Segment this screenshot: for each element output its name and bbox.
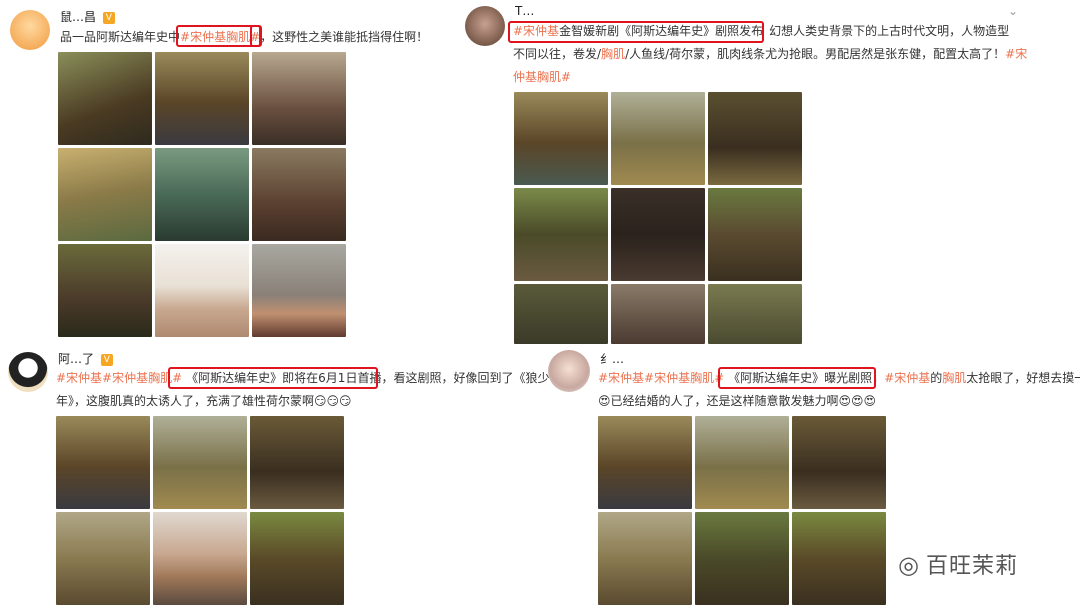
photo[interactable] bbox=[514, 188, 608, 281]
photo[interactable] bbox=[611, 188, 705, 281]
username-text[interactable]: 阿…了 bbox=[58, 352, 94, 366]
photo[interactable] bbox=[252, 52, 346, 145]
photo[interactable] bbox=[58, 52, 152, 145]
post-text: 品一品阿斯达编年史中#宋仲基胸肌#，这野性之美谁能抵挡得住啊！ bbox=[60, 26, 480, 49]
hashtag[interactable]: #宋仲基#宋仲基胸肌# bbox=[56, 371, 182, 385]
user-avatar[interactable] bbox=[465, 6, 505, 46]
hashtag[interactable]: 胸肌 bbox=[601, 47, 625, 61]
hashtag[interactable]: 仲基胸肌# bbox=[513, 70, 571, 84]
photo[interactable] bbox=[56, 512, 150, 605]
photo-grid bbox=[56, 416, 344, 605]
username-text[interactable]: 鼠…昌 bbox=[60, 10, 96, 24]
verified-badge-icon: V bbox=[102, 11, 115, 24]
photo[interactable] bbox=[250, 416, 344, 509]
wechat-icon: ◎ bbox=[898, 551, 920, 579]
photo[interactable] bbox=[514, 92, 608, 185]
photo[interactable] bbox=[611, 284, 705, 344]
photo[interactable] bbox=[695, 416, 789, 509]
photo[interactable] bbox=[155, 148, 249, 241]
chevron-down-icon[interactable]: ⌄ bbox=[1008, 4, 1018, 18]
highlight-box bbox=[508, 21, 764, 43]
text-segment: 品一品阿斯达编年史中 bbox=[60, 30, 181, 44]
watermark-text: 百旺茉莉 bbox=[925, 554, 1018, 579]
photo[interactable] bbox=[611, 92, 705, 185]
hashtag[interactable]: #宋 bbox=[1005, 47, 1027, 61]
emoji: 😏😏😏 bbox=[314, 394, 352, 408]
watermark: ◎ 百旺茉莉 bbox=[898, 548, 1018, 580]
emoji: 😍 bbox=[598, 394, 611, 408]
user-avatar[interactable] bbox=[10, 10, 50, 50]
photo[interactable] bbox=[695, 512, 789, 605]
photo-grid bbox=[58, 52, 346, 337]
photo[interactable] bbox=[514, 284, 608, 344]
highlight-box bbox=[176, 25, 262, 47]
photo[interactable] bbox=[708, 188, 802, 281]
photo-grid bbox=[598, 416, 886, 605]
hashtag[interactable]: 胸肌 bbox=[942, 371, 966, 385]
photo[interactable] bbox=[252, 244, 346, 337]
text-segment: ，这野性之美谁能抵挡得住啊！ bbox=[260, 30, 429, 44]
username[interactable]: 纟… bbox=[600, 350, 624, 367]
photo[interactable] bbox=[58, 148, 152, 241]
hashtag[interactable]: #宋仲基 bbox=[884, 371, 930, 385]
photo[interactable] bbox=[598, 512, 692, 605]
highlight-box bbox=[718, 367, 876, 389]
text-segment: 的 bbox=[930, 371, 943, 385]
photo[interactable] bbox=[252, 148, 346, 241]
text-segment: 已经结婚的人了，还是这样随意散发魅力啊 bbox=[610, 394, 839, 408]
text-segment: ，看这剧照，好像回到了《狼少 bbox=[381, 371, 550, 385]
photo-grid bbox=[514, 92, 802, 344]
hashtag[interactable]: #宋仲基#宋仲基胸肌# bbox=[598, 371, 724, 385]
photo[interactable] bbox=[708, 284, 802, 344]
photo[interactable] bbox=[598, 416, 692, 509]
photo[interactable] bbox=[792, 416, 886, 509]
text-segment: /人鱼线/荷尔蒙，肌肉线条尤为抢眼。男配居然是张东健，配置太高了！ bbox=[625, 47, 1006, 61]
photo[interactable] bbox=[155, 52, 249, 145]
username[interactable]: 鼠…昌 V bbox=[60, 8, 115, 25]
text-segment: 太抢眼了，好想去摸一下 bbox=[966, 371, 1080, 385]
photo[interactable] bbox=[708, 92, 802, 185]
photo[interactable] bbox=[56, 416, 150, 509]
text-segment: 不同以往，卷发/ bbox=[513, 47, 602, 61]
username-text[interactable]: T… bbox=[515, 4, 534, 18]
highlight-box bbox=[168, 367, 378, 389]
username[interactable]: T… bbox=[515, 4, 534, 18]
user-avatar[interactable] bbox=[548, 350, 590, 392]
photo[interactable] bbox=[155, 244, 249, 337]
photo[interactable] bbox=[153, 416, 247, 509]
photo[interactable] bbox=[58, 244, 152, 337]
text-segment: 幻想人类史背景下的上古时代文明，人物造型 bbox=[769, 24, 1010, 38]
photo[interactable] bbox=[250, 512, 344, 605]
user-avatar[interactable] bbox=[8, 352, 48, 392]
verified-badge-icon: V bbox=[100, 353, 113, 366]
username-text[interactable]: 纟… bbox=[600, 352, 624, 366]
photo[interactable] bbox=[153, 512, 247, 605]
username[interactable]: 阿…了 V bbox=[58, 350, 113, 367]
emoji: 😍😍😍 bbox=[838, 394, 877, 408]
text-segment: 年》，这腹肌真的太诱人了，充满了雄性荷尔蒙啊 bbox=[56, 394, 315, 408]
photo[interactable] bbox=[792, 512, 886, 605]
